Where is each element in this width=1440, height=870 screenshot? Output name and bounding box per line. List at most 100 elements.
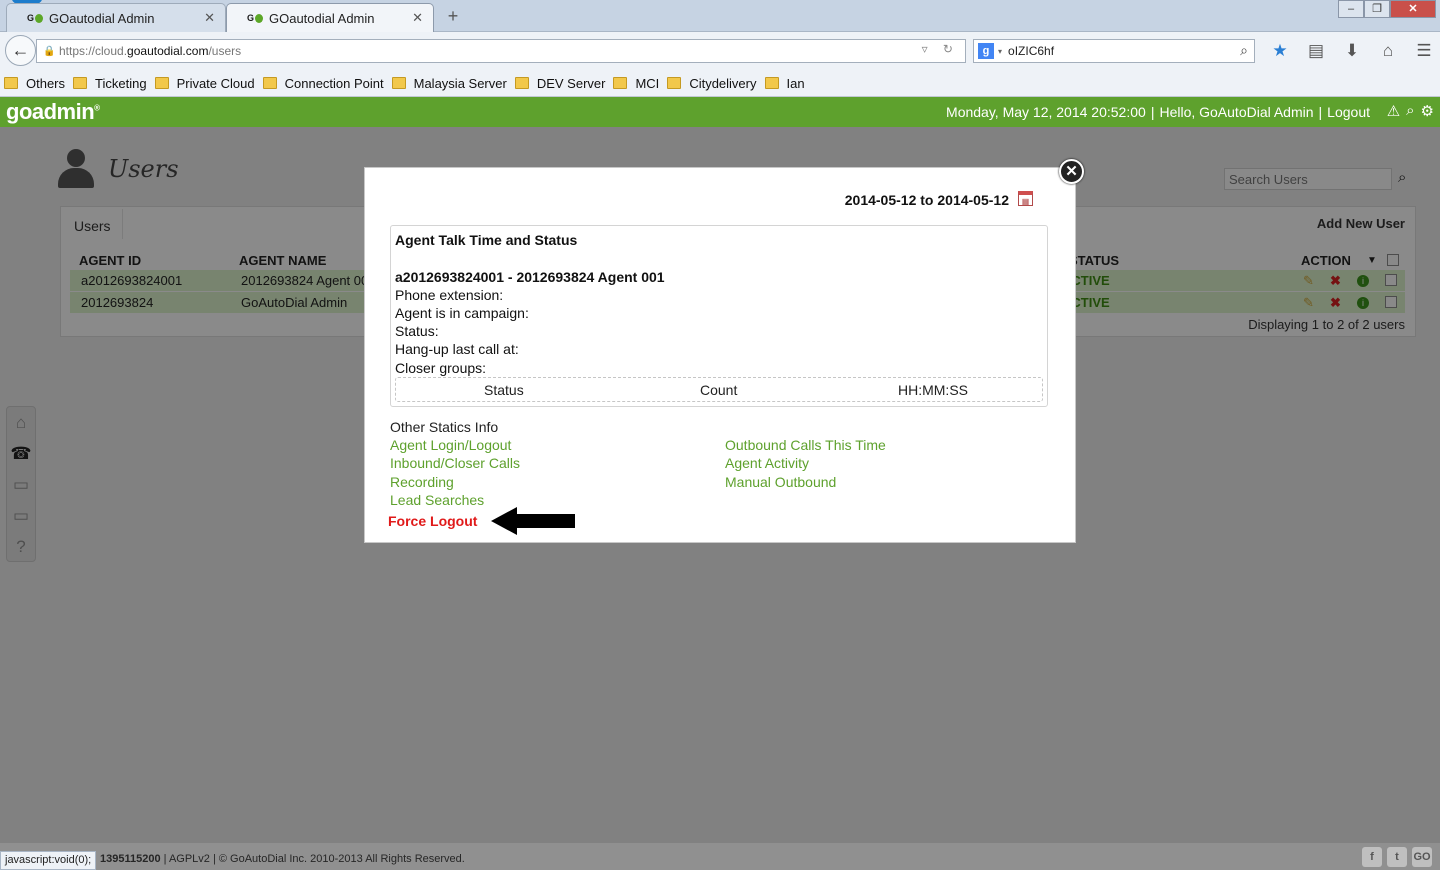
stats-table-header: Status Count HH:MM:SS (395, 377, 1043, 402)
bookmark-folder[interactable]: Private Cloud (154, 75, 255, 91)
bookmark-folder[interactable]: Connection Point (262, 75, 384, 91)
link-recording[interactable]: Recording (390, 474, 454, 490)
window-controls: – ❐ ✕ (1338, 0, 1436, 18)
bookmark-folder[interactable]: Ticketing (73, 76, 147, 91)
separator: | (1318, 104, 1323, 120)
bookmark-label: Others (26, 75, 66, 91)
folder-icon (667, 77, 682, 89)
browser-tab-2[interactable]: G GOautodial Admin ✕ (226, 3, 434, 32)
bookmark-folder[interactable]: Citydelivery (667, 75, 757, 91)
bookmark-folder[interactable]: Ian (764, 75, 805, 91)
pointer-arrow-icon (491, 507, 575, 535)
bookmark-folder[interactable]: Malaysia Server (391, 75, 507, 91)
link-agent-login-logout[interactable]: Agent Login/Logout (390, 437, 511, 453)
calendar-icon[interactable]: ▦ (1018, 191, 1033, 206)
twitter-icon[interactable]: t (1387, 847, 1407, 867)
bookmark-label: Ian (786, 75, 805, 91)
bookmark-folder[interactable]: DEV Server (514, 76, 605, 91)
header-info: Monday, May 12, 2014 20:52:00 | Hello, GoA… (946, 104, 1370, 120)
folder-icon (613, 77, 628, 89)
url-host: goautodial.com (127, 44, 209, 58)
other-info-title: Other Statics Info (390, 419, 499, 435)
search-icon[interactable]: ⌕ (1406, 102, 1414, 120)
folder-icon (764, 77, 779, 89)
home-icon[interactable]: ⌂ (1370, 38, 1406, 64)
maximize-icon[interactable]: ❐ (1364, 0, 1390, 18)
folder-icon (262, 77, 277, 89)
goadmin-logo[interactable]: goadmin® (6, 99, 100, 125)
browser-toolbar-icons: ★ ▤ ⬇ ⌂ ☰ (1262, 38, 1440, 64)
modal-close-button[interactable]: ✕ (1059, 159, 1084, 184)
search-value: oIZIC6hf (1008, 44, 1055, 58)
bookmark-label: Private Cloud (176, 75, 255, 91)
logout-link[interactable]: Logout (1327, 104, 1370, 120)
minimize-icon[interactable]: – (1338, 0, 1364, 18)
gear-icon[interactable]: ⚙ (1421, 102, 1434, 120)
google-engine-icon[interactable]: g (978, 43, 994, 59)
field-status: Status: (395, 323, 439, 339)
link-outbound-calls[interactable]: Outbound Calls This Time (725, 437, 886, 453)
url-scheme: https://cloud. (59, 44, 128, 58)
bookmark-folder[interactable]: MCI (613, 76, 659, 91)
browser-search-box[interactable]: g ▾ oIZIC6hf ⌕ (973, 39, 1255, 63)
link-manual-outbound[interactable]: Manual Outbound (725, 474, 836, 490)
browser-tab-title: GOautodial Admin (269, 10, 375, 26)
bookmark-folder[interactable]: Others (4, 76, 65, 91)
bookmarks-bar: Others Ticketing Private Cloud Connectio… (0, 70, 1440, 97)
app-header: goadmin® Monday, May 12, 2014 20:52:00 | H… (0, 97, 1440, 127)
field-phone-extension: Phone extension: (395, 287, 504, 303)
date-range[interactable]: 2014-05-12 to 2014-05-12 (845, 192, 1009, 208)
bookmark-star-icon[interactable]: ★ (1262, 38, 1298, 64)
force-logout-link[interactable]: Force Logout (388, 513, 477, 529)
bookmarks-list-icon[interactable]: ▤ (1298, 38, 1334, 64)
menu-icon[interactable]: ☰ (1406, 38, 1440, 64)
facebook-icon[interactable]: f (1362, 847, 1382, 867)
header-greeting: Hello, GoAutoDial Admin (1159, 104, 1314, 120)
date-to: 2014-05-12 (937, 192, 1009, 208)
bookmark-label: Connection Point (284, 75, 384, 91)
link-agent-activity[interactable]: Agent Activity (725, 455, 809, 471)
close-tab-icon[interactable]: ✕ (412, 10, 423, 26)
bookmark-label: Citydelivery (689, 75, 757, 91)
lock-icon: 🔒 (43, 45, 56, 57)
browser-status-url: javascript:void(0); (0, 851, 97, 870)
engine-dropdown-icon[interactable]: ▾ (998, 47, 1002, 56)
stat-col-count: Count (700, 382, 738, 398)
window-close-icon[interactable]: ✕ (1390, 0, 1436, 18)
downloads-icon[interactable]: ⬇ (1334, 38, 1370, 64)
bookmark-label: Malaysia Server (413, 75, 507, 91)
bookmark-label: Ticketing (95, 75, 147, 91)
logo-text: goadmin (6, 99, 95, 124)
footer: 1395115200 | AGPLv2 | © GoAutoDial Inc. … (0, 843, 1440, 870)
agent-line: a2012693824001 - 2012693824 Agent 001 (395, 269, 665, 285)
social-icons: f t GO (1357, 847, 1432, 867)
separator: | (1150, 104, 1155, 120)
browser-tab-bar: G GOautodial Admin ✕ G GOautodial Admin … (0, 0, 1440, 32)
folder-icon (391, 77, 406, 89)
date-from: 2014-05-12 (844, 192, 917, 208)
browser-nav-bar: ← 🔒 https://cloud. goautodial.com/users ▿… (0, 32, 1440, 70)
field-campaign: Agent is in campaign: (395, 305, 529, 321)
address-bar[interactable]: 🔒 https://cloud. goautodial.com/users ▿ ↻ (36, 39, 966, 63)
browser-tab-1[interactable]: G GOautodial Admin ✕ (6, 3, 226, 32)
search-icon[interactable]: ⌕ (1240, 42, 1248, 59)
link-lead-searches[interactable]: Lead Searches (390, 492, 484, 508)
url-path: /users (208, 44, 242, 58)
link-inbound-closer-calls[interactable]: Inbound/Closer Calls (390, 455, 520, 471)
back-arrow-icon[interactable]: ← (5, 35, 36, 66)
warning-icon[interactable]: ⚠ (1387, 102, 1400, 120)
stat-col-status: Status (484, 382, 524, 398)
field-closer-groups: Closer groups: (395, 360, 487, 376)
build-number: 1395115200 (100, 853, 161, 865)
stat-col-time: HH:MM:SS (898, 382, 968, 398)
agent-info-modal: 2014-05-12 to 2014-05-12 ▦ Agent Talk Ti… (364, 167, 1076, 543)
agent-talk-time-box: Agent Talk Time and Status a201269382400… (390, 225, 1048, 407)
reload-icon[interactable]: ▿ ↻ (922, 42, 959, 56)
date-to-word: to (920, 192, 934, 208)
goautodial-icon[interactable]: GO (1412, 847, 1432, 867)
new-tab-button[interactable]: + (442, 4, 464, 28)
footer-text: 1395115200 | AGPLv2 | © GoAutoDial Inc. … (100, 853, 465, 865)
header-datetime: Monday, May 12, 2014 20:52:00 (946, 104, 1146, 120)
close-tab-icon[interactable]: ✕ (204, 10, 215, 26)
field-hangup: Hang-up last call at: (395, 341, 519, 357)
